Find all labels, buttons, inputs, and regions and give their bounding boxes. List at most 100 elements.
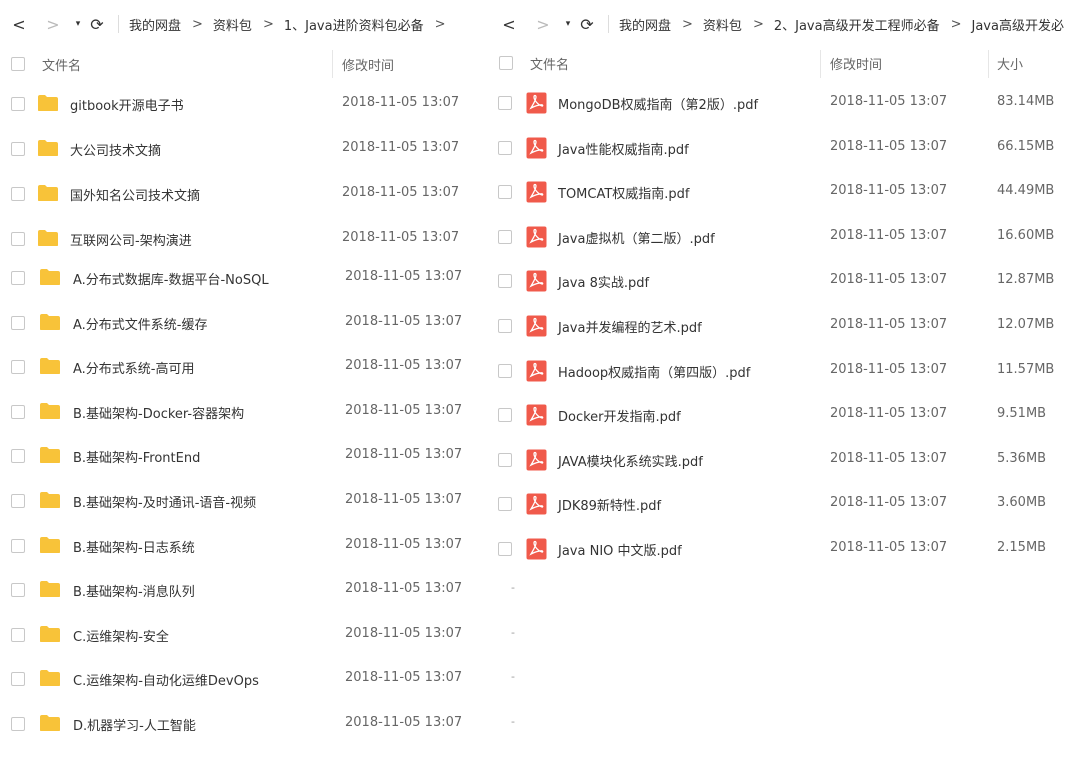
list-item[interactable]: Java性能权威指南.pdf 2018-11-05 13:07 66.15MB xyxy=(492,126,1080,170)
row-checkbox[interactable] xyxy=(11,360,25,375)
file-name[interactable]: A.分布式文件系统-缓存 xyxy=(73,314,208,333)
breadcrumb-item[interactable]: 资料包 xyxy=(213,15,252,34)
row-checkbox[interactable] xyxy=(498,274,512,289)
history-dropdown-button[interactable]: ▾ xyxy=(562,19,574,29)
file-name[interactable]: C.运维架构-自动化运维DevOps xyxy=(73,670,259,689)
list-item[interactable]: B.基础架构-及时通讯-语音-视频 2018-11-05 13:07 xyxy=(0,479,492,523)
list-item[interactable]: Java 8实战.pdf 2018-11-05 13:07 12.87MB xyxy=(492,259,1080,303)
row-checkbox[interactable] xyxy=(498,96,512,110)
list-item[interactable]: TOMCAT权威指南.pdf 2018-11-05 13:07 44.49MB xyxy=(492,170,1080,214)
back-button[interactable]: < xyxy=(8,15,30,34)
list-item[interactable]: 国外知名公司技术文摘 2018-11-05 13:07 xyxy=(0,172,492,216)
file-name[interactable]: Hadoop权威指南（第四版）.pdf xyxy=(558,362,750,381)
row-checkbox[interactable] xyxy=(11,142,25,156)
row-checkbox[interactable] xyxy=(11,583,25,598)
row-checkbox[interactable] xyxy=(11,449,25,464)
row-checkbox[interactable] xyxy=(498,497,512,512)
forward-button[interactable]: > xyxy=(532,15,554,34)
list-item[interactable]: Java并发编程的艺术.pdf 2018-11-05 13:07 12.07MB xyxy=(492,304,1080,348)
list-item[interactable]: gitbook开源电子书 2018-11-05 13:07 xyxy=(0,82,492,126)
file-name[interactable]: D.机器学习-人工智能 xyxy=(73,715,196,734)
refresh-button[interactable]: ⟳ xyxy=(578,15,596,34)
refresh-button[interactable]: ⟳ xyxy=(88,15,106,34)
file-name[interactable]: JDK89新特性.pdf xyxy=(558,495,661,514)
row-checkbox[interactable] xyxy=(498,185,512,200)
list-item[interactable]: A.分布式文件系统-缓存 2018-11-05 13:07 xyxy=(0,301,492,345)
file-name[interactable]: TOMCAT权威指南.pdf xyxy=(558,183,690,202)
row-checkbox[interactable] xyxy=(11,315,25,330)
list-item[interactable]: JAVA模块化系统实践.pdf 2018-11-05 13:07 5.36MB xyxy=(492,438,1080,482)
list-item[interactable]: JDK89新特性.pdf 2018-11-05 13:07 3.60MB xyxy=(492,482,1080,526)
row-checkbox[interactable] xyxy=(498,319,512,333)
list-item[interactable]: 大公司技术文摘 2018-11-05 13:07 xyxy=(0,127,492,171)
list-item[interactable]: B.基础架构-Docker-容器架构 2018-11-05 13:07 xyxy=(0,390,492,434)
breadcrumb-item[interactable]: 我的网盘 xyxy=(129,15,181,34)
list-item[interactable]: B.基础架构-消息队列 2018-11-05 13:07 xyxy=(0,568,492,612)
row-checkbox[interactable] xyxy=(11,672,25,687)
file-name[interactable]: Java虚拟机（第二版）.pdf xyxy=(558,228,715,247)
list-item[interactable]: Docker开发指南.pdf 2018-11-05 13:07 9.51MB xyxy=(492,393,1080,437)
list-item[interactable]: B.基础架构-日志系统 2018-11-05 13:07 xyxy=(0,524,492,568)
select-all-checkbox[interactable] xyxy=(11,57,25,71)
list-item[interactable]: A.分布式数据库-数据平台-NoSQL 2018-11-05 13:07 xyxy=(0,256,492,300)
column-header-modified[interactable]: 修改时间 xyxy=(830,54,882,73)
file-name[interactable]: C.运维架构-安全 xyxy=(73,626,169,645)
file-name[interactable]: B.基础架构-Docker-容器架构 xyxy=(73,403,244,422)
history-dropdown-button[interactable]: ▾ xyxy=(72,19,84,29)
row-checkbox[interactable] xyxy=(11,717,25,731)
file-name[interactable]: A.分布式数据库-数据平台-NoSQL xyxy=(73,269,269,288)
row-checkbox[interactable] xyxy=(11,271,25,285)
list-item[interactable]: Java虚拟机（第二版）.pdf 2018-11-05 13:07 16.60MB xyxy=(492,215,1080,259)
file-name[interactable]: gitbook开源电子书 xyxy=(70,95,184,114)
list-item[interactable]: C.运维架构-安全 2018-11-05 13:07 xyxy=(0,613,492,657)
list-item[interactable]: A.分布式系统-高可用 2018-11-05 13:07 xyxy=(0,345,492,389)
list-item[interactable]: Java NIO 中文版.pdf 2018-11-05 13:07 2.15MB xyxy=(492,527,1080,571)
row-checkbox[interactable] xyxy=(11,494,25,508)
file-name[interactable]: Java性能权威指南.pdf xyxy=(558,139,689,158)
file-name[interactable]: Java并发编程的艺术.pdf xyxy=(558,317,702,336)
breadcrumb-item[interactable]: 资料包 xyxy=(703,15,742,34)
file-name[interactable]: B.基础架构-FrontEnd xyxy=(73,447,200,466)
row-checkbox[interactable] xyxy=(11,627,25,642)
file-name[interactable]: B.基础架构-及时通讯-语音-视频 xyxy=(73,492,256,511)
row-checkbox[interactable] xyxy=(498,363,512,378)
list-item[interactable]: 互联网公司-架构演进 2018-11-05 13:07 xyxy=(0,217,492,261)
column-header-modified[interactable]: 修改时间 xyxy=(342,55,394,74)
forward-button[interactable]: > xyxy=(42,15,64,34)
row-checkbox[interactable] xyxy=(11,232,25,246)
row-checkbox[interactable] xyxy=(11,538,25,553)
file-name[interactable]: 国外知名公司技术文摘 xyxy=(70,185,200,204)
back-button[interactable]: < xyxy=(498,15,520,34)
file-name[interactable]: 互联网公司-架构演进 xyxy=(70,230,192,249)
breadcrumb-item[interactable]: 2、Java高级开发工程师必备 xyxy=(774,15,940,34)
list-item[interactable]: Hadoop权威指南（第四版）.pdf 2018-11-05 13:07 11.57… xyxy=(492,349,1080,393)
breadcrumb-item[interactable]: Java高级开发必 xyxy=(971,15,1063,34)
list-item[interactable]: C.运维架构-自动化运维DevOps 2018-11-05 13:07 xyxy=(0,657,492,701)
file-name[interactable]: MongoDB权威指南（第2版）.pdf xyxy=(558,94,758,113)
file-name[interactable]: B.基础架构-日志系统 xyxy=(73,537,195,556)
breadcrumb-item[interactable]: 1、Java进阶资料包必备 xyxy=(284,15,424,34)
column-header-name[interactable]: 文件名 xyxy=(42,55,81,74)
file-name[interactable]: Java 8实战.pdf xyxy=(558,272,649,291)
list-item[interactable]: MongoDB权威指南（第2版）.pdf 2018-11-05 13:07 83.1… xyxy=(492,81,1080,125)
row-checkbox[interactable] xyxy=(11,187,25,201)
row-checkbox[interactable] xyxy=(498,452,512,467)
file-name[interactable]: JAVA模块化系统实践.pdf xyxy=(558,451,703,470)
row-checkbox[interactable] xyxy=(11,404,25,419)
file-name[interactable]: A.分布式系统-高可用 xyxy=(73,358,195,377)
select-all-checkbox[interactable] xyxy=(499,56,513,70)
breadcrumb-item[interactable]: 我的网盘 xyxy=(619,15,671,34)
file-name[interactable]: Java NIO 中文版.pdf xyxy=(558,540,682,559)
row-checkbox[interactable] xyxy=(11,97,25,111)
column-header-name[interactable]: 文件名 xyxy=(530,54,569,73)
list-item[interactable]: D.机器学习-人工智能 2018-11-05 13:07 xyxy=(0,702,492,746)
row-checkbox[interactable] xyxy=(498,542,512,556)
file-name[interactable]: Docker开发指南.pdf xyxy=(558,406,681,425)
file-name[interactable]: B.基础架构-消息队列 xyxy=(73,581,195,600)
row-checkbox[interactable] xyxy=(498,229,512,244)
list-item[interactable]: B.基础架构-FrontEnd 2018-11-05 13:07 xyxy=(0,434,492,478)
column-header-size[interactable]: 大小 xyxy=(997,54,1023,73)
file-name[interactable]: 大公司技术文摘 xyxy=(70,140,161,159)
row-checkbox[interactable] xyxy=(498,140,512,155)
row-checkbox[interactable] xyxy=(498,408,512,423)
